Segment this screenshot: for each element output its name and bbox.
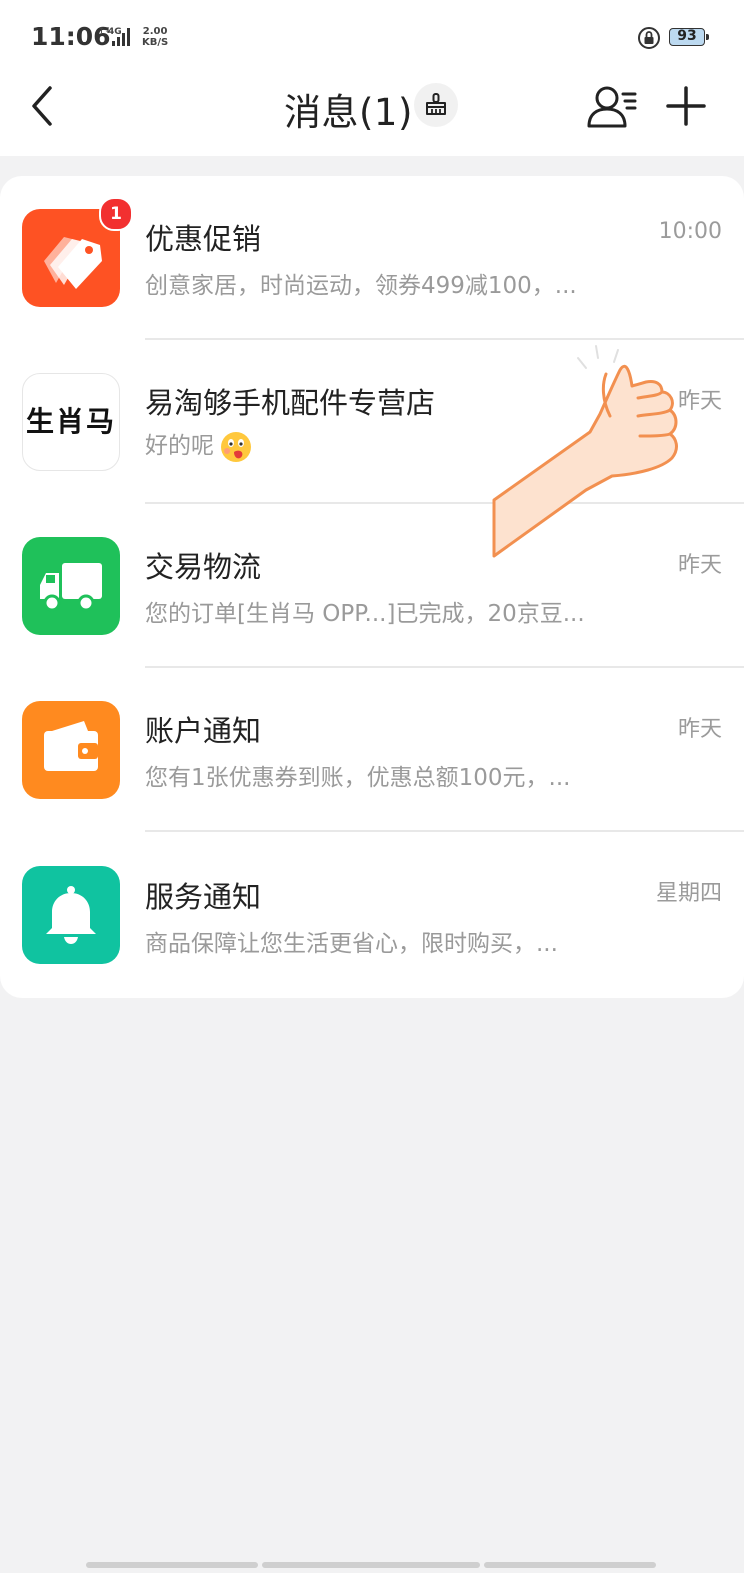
message-item-account[interactable]: 账户通知 您有1张优惠券到账，优惠总额100元，... 昨天	[0, 668, 744, 832]
svg-text:4G: 4G	[108, 27, 122, 37]
message-title: 账户通知	[145, 714, 262, 748]
logistics-icon	[22, 537, 120, 635]
signal-icon: ↑↓ 4G	[98, 26, 130, 46]
nav-bar: 消息(1)	[0, 74, 744, 156]
message-time: 昨天	[677, 717, 722, 742]
broom-icon	[426, 93, 446, 115]
contacts-icon[interactable]	[585, 82, 637, 130]
message-item-service[interactable]: 服务通知 商品保障让您生活更省心，限时购买，... 星期四	[0, 832, 744, 996]
message-time: 昨天	[677, 553, 722, 578]
bell-icon	[46, 886, 96, 944]
message-preview: 商品保障让您生活更省心，限时购买，...	[145, 931, 558, 957]
message-preview-wrap: 好的呢	[145, 426, 254, 465]
message-time: 10:00	[658, 219, 722, 244]
status-bar: 11:06 ↑↓ 4G 2.00 KB/S 93	[0, 0, 744, 74]
battery-icon: 93	[669, 28, 709, 46]
message-title: 易淘够手机配件专营店	[145, 386, 436, 420]
rotation-lock-icon	[638, 27, 660, 49]
account-icon	[22, 701, 120, 799]
wallet-icon	[44, 721, 98, 771]
clear-unread-button[interactable]	[414, 83, 458, 127]
message-title: 服务通知	[145, 880, 262, 914]
emoji-icon	[221, 431, 251, 462]
gesture-bar-right	[484, 1562, 656, 1568]
unread-badge: 1	[99, 197, 133, 231]
message-title: 交易物流	[145, 550, 262, 584]
network-speed: 2.00 KB/S	[142, 26, 169, 48]
add-icon[interactable]	[664, 84, 708, 128]
truck-icon	[40, 563, 102, 612]
message-preview: 创意家居，时尚运动，领券499减100，...	[145, 273, 577, 299]
shop-logo: 生肖马	[22, 373, 120, 471]
message-preview: 您有1张优惠券到账，优惠总额100元，...	[145, 765, 571, 791]
message-preview: 您的订单[生肖马 OPP...]已完成，20京豆...	[145, 601, 585, 627]
message-item-logistics[interactable]: 交易物流 您的订单[生肖马 OPP...]已完成，20京豆... 昨天	[0, 504, 744, 668]
gesture-bar-left	[86, 1562, 258, 1568]
message-time: 星期四	[655, 881, 722, 906]
message-title: 优惠促销	[145, 222, 262, 256]
message-preview: 好的呢	[145, 433, 214, 459]
gesture-bar-center	[262, 1562, 480, 1568]
back-icon[interactable]	[28, 84, 58, 128]
service-icon	[22, 866, 120, 964]
page-title: 消息(1)	[284, 91, 413, 134]
